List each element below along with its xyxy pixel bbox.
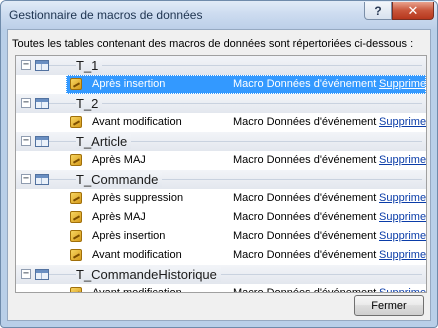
macro-type: Macro Données d'événement: [233, 249, 377, 261]
macro-row[interactable]: Avant modification Macro Données d'événem…: [16, 246, 426, 265]
table-icon: [35, 60, 49, 71]
macro-type: Macro Données d'événement: [233, 116, 377, 128]
table-name: T_Commande: [76, 172, 163, 187]
macro-type: Macro Données d'événement: [233, 192, 377, 204]
data-macro-icon: [70, 230, 82, 242]
macro-event-name: Après insertion: [92, 230, 166, 242]
table-group-header[interactable]: − T_Article: [16, 132, 426, 151]
macro-event-name: Avant modification: [92, 249, 182, 261]
macro-event-name: Avant modification: [92, 116, 182, 128]
collapse-toggle-icon[interactable]: −: [21, 136, 31, 146]
help-button[interactable]: ?: [364, 2, 392, 20]
dialog-body: Toutes les tables contenant des macros d…: [7, 29, 431, 321]
table-name: T_Article: [76, 134, 132, 149]
supprimer-link[interactable]: Supprimer: [379, 230, 426, 242]
collapse-toggle-icon[interactable]: −: [21, 60, 31, 70]
macro-event-name: Après MAJ: [92, 154, 146, 166]
window-close-button[interactable]: ✕: [392, 2, 434, 20]
collapse-toggle-icon[interactable]: −: [21, 98, 31, 108]
data-macro-icon: [70, 211, 82, 223]
macro-row[interactable]: Après suppression Macro Données d'événeme…: [16, 189, 426, 208]
macro-type: Macro Données d'événement: [233, 230, 377, 242]
collapse-toggle-icon[interactable]: −: [21, 174, 31, 184]
data-macro-icon: [70, 287, 82, 292]
window-title: Gestionnaire de macros de données: [9, 8, 203, 22]
table-group-header[interactable]: − T_Commande: [16, 170, 426, 189]
table-icon: [35, 174, 49, 185]
table-name: T_CommandeHistorique: [76, 267, 221, 282]
table-icon: [35, 136, 49, 147]
supprimer-link[interactable]: Supprimer: [379, 192, 426, 204]
supprimer-link[interactable]: Supprimer: [379, 154, 426, 166]
dialog-window: Gestionnaire de macros de données ? ✕ To…: [0, 0, 438, 328]
macro-row[interactable]: Avant modification Macro Données d'événem…: [16, 113, 426, 132]
collapse-toggle-icon[interactable]: −: [21, 269, 31, 279]
macro-event-name: Après MAJ: [92, 211, 146, 223]
data-macro-icon: [70, 116, 82, 128]
data-macro-icon: [70, 249, 82, 261]
macro-row[interactable]: Après MAJ Macro Données d'événement Suppri…: [16, 208, 426, 227]
macro-event-name: Après suppression: [92, 192, 184, 204]
supprimer-link[interactable]: Supprimer: [379, 287, 426, 292]
macro-row[interactable]: Avant modification Macro Données d'événem…: [16, 284, 426, 293]
supprimer-link[interactable]: Supprimer: [379, 249, 426, 261]
supprimer-link[interactable]: Supprimer: [379, 211, 426, 223]
table-name: T_2: [76, 96, 103, 111]
macro-row[interactable]: Après MAJ Macro Données d'événement Suppri…: [16, 151, 426, 170]
title-bar[interactable]: Gestionnaire de macros de données ? ✕: [1, 1, 437, 29]
table-name: T_1: [76, 58, 103, 73]
focus-rectangle: [66, 75, 426, 94]
macro-row[interactable]: Après insertion Macro Données d'événement…: [16, 227, 426, 246]
macro-type: Macro Données d'événement: [233, 211, 377, 223]
macro-event-name: Avant modification: [92, 287, 182, 293]
macro-type: Macro Données d'événement: [233, 287, 377, 293]
table-group-header[interactable]: − T_2: [16, 94, 426, 113]
table-icon: [35, 98, 49, 109]
intro-text: Toutes les tables contenant des macros d…: [12, 38, 414, 50]
macro-row[interactable]: Après insertion Macro Données d'événement…: [16, 75, 426, 94]
fermer-button[interactable]: Fermer: [354, 295, 424, 316]
data-macro-icon: [70, 192, 82, 204]
table-icon: [35, 269, 49, 280]
data-macro-icon: [70, 154, 82, 166]
macro-type: Macro Données d'événement: [233, 154, 377, 166]
table-group-header[interactable]: − T_CommandeHistorique: [16, 265, 426, 284]
supprimer-link[interactable]: Supprimer: [379, 116, 426, 128]
macro-list[interactable]: − T_1 Après insertion Macro Données d'événe…: [15, 55, 427, 293]
table-group-header[interactable]: − T_1: [16, 56, 426, 75]
